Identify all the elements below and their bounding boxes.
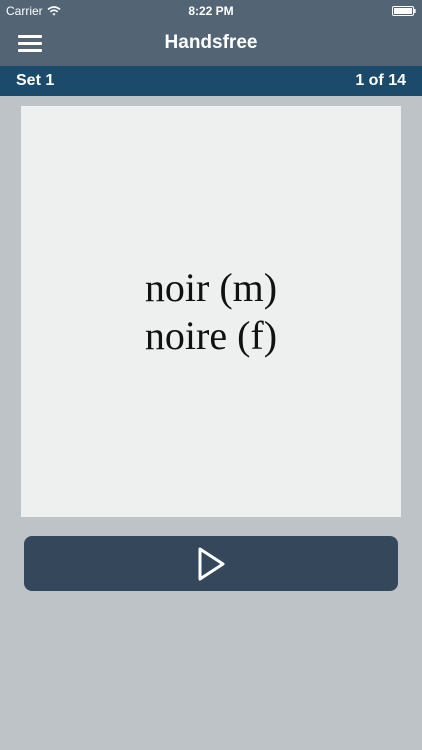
play-button[interactable] (24, 536, 398, 591)
flashcard[interactable]: noir (m) noire (f) (21, 106, 401, 517)
page-title: Handsfree (164, 32, 258, 53)
nav-bar: Handsfree (0, 22, 422, 66)
flashcard-line-2: noire (f) (144, 312, 278, 358)
status-time: 8:22 PM (188, 4, 234, 18)
set-progress: 1 of 14 (355, 72, 406, 89)
battery-icon (392, 6, 416, 16)
top-bar: Carrier 8:22 PM Handsfree (0, 0, 422, 66)
flashcard-line-1: noir (m) (144, 264, 278, 310)
set-bar: Set 1 1 of 14 (0, 66, 422, 96)
status-bar: Carrier 8:22 PM (0, 0, 422, 22)
set-label: Set 1 (16, 72, 55, 89)
play-icon (198, 547, 225, 580)
